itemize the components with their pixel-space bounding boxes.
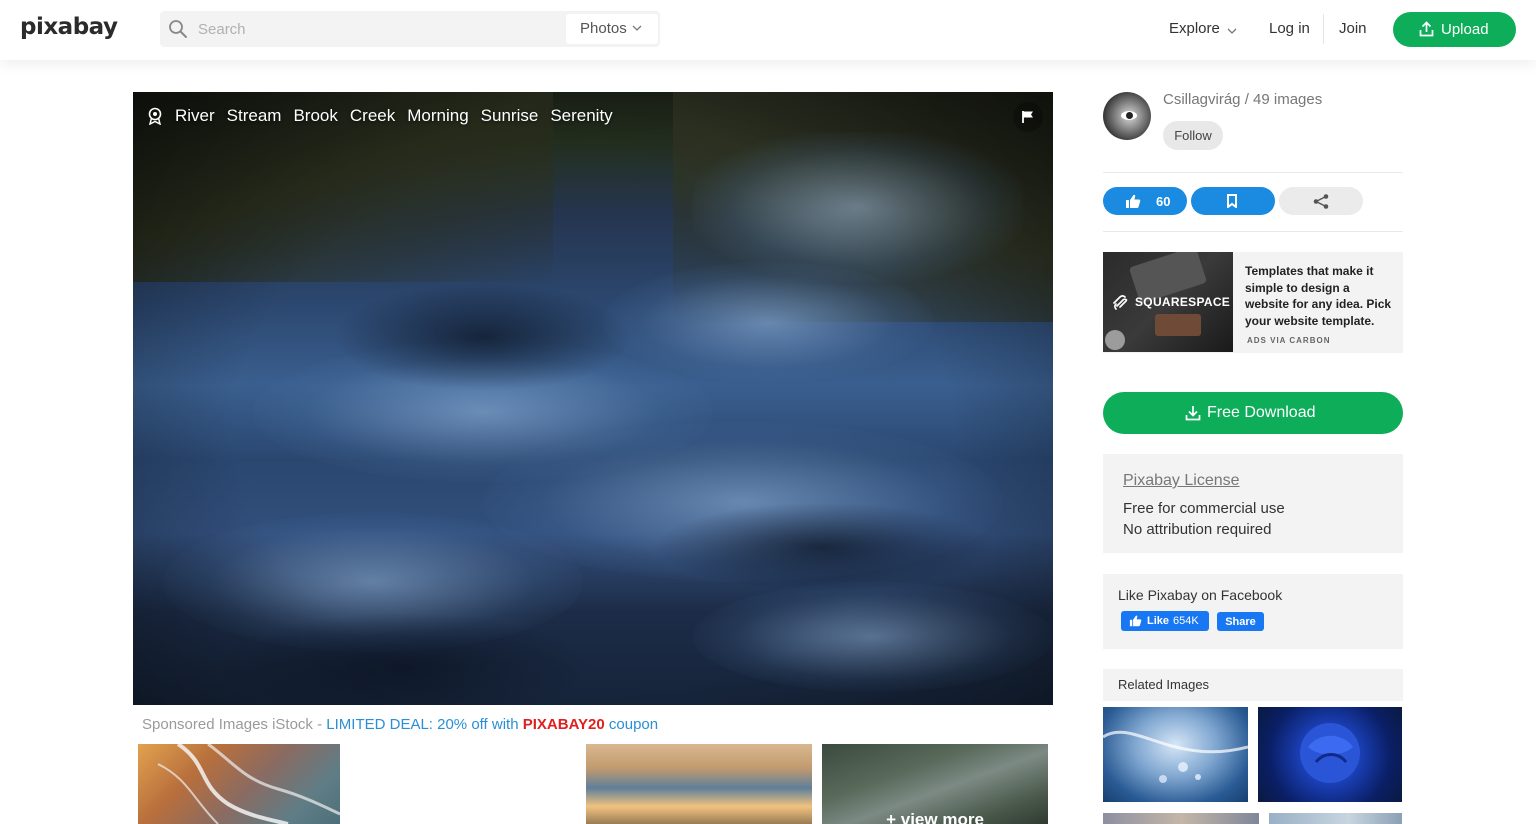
upload-button[interactable]: Upload [1393,12,1516,47]
facebook-box: Like Pixabay on Facebook Like 654K Share [1103,574,1403,649]
tag-link[interactable]: Stream [227,106,282,126]
tag-link[interactable]: Sunrise [481,106,539,126]
facebook-like-button[interactable]: Like 654K [1121,611,1209,631]
search-type-label: Photos [580,20,627,37]
sponsored-banner: Sponsored Images iStock - LIMITED DEAL: … [142,716,658,733]
deal-text: LIMITED DEAL: 20% off with [326,716,523,733]
license-line: No attribution required [1123,521,1272,538]
license-box: Pixabay License Free for commercial use … [1103,454,1403,553]
search-icon[interactable] [168,19,188,39]
sponsored-thumbnail[interactable]: + view more [822,744,1048,824]
facebook-like-label: Like [1147,615,1170,627]
search-bar: Photos [160,11,660,47]
related-image[interactable] [1269,813,1402,824]
view-more-link[interactable]: + view more [822,810,1048,824]
report-button[interactable] [1013,102,1043,132]
license-line: Free for commercial use [1123,500,1285,517]
tag-link[interactable]: Morning [407,106,468,126]
divider [1103,231,1403,232]
download-label: Free Download [1207,404,1316,421]
ad-brand: SQUARESPACE [1135,295,1231,309]
tag-link[interactable]: Creek [350,106,395,126]
chevron-down-icon [632,25,642,31]
pixabay-logo[interactable]: pixabay [20,14,118,40]
related-image[interactable] [1103,707,1248,802]
nav-join[interactable]: Join [1339,20,1367,37]
bookmark-icon [1227,194,1237,208]
coupon-code: PIXABAY20 [522,716,605,733]
user-link[interactable]: Csillagvirág / 49 images [1163,91,1322,108]
share-button[interactable] [1279,187,1363,215]
related-image-art [1103,730,1248,783]
upload-label: Upload [1441,21,1489,38]
related-image[interactable] [1103,813,1259,824]
avatar-pupil [1126,112,1133,119]
avatar[interactable] [1103,92,1151,140]
thumbnail-art [157,744,340,824]
bookmark-button[interactable] [1191,187,1275,215]
thumbs-up-icon [1126,194,1141,208]
upload-icon [1419,21,1434,37]
facebook-thumb-icon [1129,615,1142,627]
ad-text: Templates that make it simple to design … [1245,264,1392,328]
license-link[interactable]: Pixabay License [1123,472,1240,490]
carbon-ad[interactable]: SQUARESPACE Templates that make it simpl… [1103,252,1403,353]
nav-login[interactable]: Log in [1269,20,1310,37]
tag-list: River Stream Brook Creek Morning Sunrise… [147,106,625,126]
tag-award-icon [148,107,162,125]
ad-wallet [1155,314,1201,336]
search-input[interactable] [198,17,558,41]
facebook-title: Like Pixabay on Facebook [1118,587,1283,603]
facebook-share-button[interactable]: Share [1217,612,1264,631]
ad-coin [1105,330,1125,350]
tag-link[interactable]: Serenity [550,106,612,126]
download-button[interactable]: Free Download [1103,392,1403,434]
photo-vignette [133,92,1053,705]
search-type-select[interactable]: Photos [566,14,658,44]
related-images-header: Related Images [1103,669,1403,701]
ad-image: SQUARESPACE [1103,252,1233,352]
related-images-title: Related Images [1118,677,1210,692]
sponsored-prefix: Sponsored Images iStock - [142,716,327,733]
ad-via[interactable]: ADS VIA CARBON [1247,336,1330,345]
download-icon [1185,406,1201,421]
deal-link[interactable]: LIMITED DEAL: 20% off with PIXABAY20 cou… [326,716,658,733]
like-button[interactable]: 60 [1103,187,1187,215]
facebook-like-count: 654K [1173,615,1199,627]
nav-divider [1323,14,1324,44]
follow-button[interactable]: Follow [1163,121,1223,150]
sponsored-thumbnail[interactable] [586,744,812,824]
tag-link[interactable]: River [175,106,215,126]
tag-link[interactable]: Brook [293,106,337,126]
main-photo[interactable]: River Stream Brook Creek Morning Sunrise… [133,92,1053,705]
squarespace-logo-icon [1113,295,1128,310]
chevron-down-icon [1227,28,1237,34]
flag-icon [1022,111,1033,123]
sponsored-thumbnail[interactable] [138,744,340,824]
nav-explore[interactable]: Explore [1169,20,1237,37]
related-image[interactable] [1258,707,1402,802]
nav-explore-label: Explore [1169,20,1220,37]
top-bar: pixabay Photos Explore Log in Join Uploa… [0,0,1536,60]
divider [1103,172,1403,173]
related-image-art [1300,723,1360,783]
deal-suffix: coupon [604,716,659,733]
like-count: 60 [1156,194,1171,209]
share-icon [1313,194,1329,209]
